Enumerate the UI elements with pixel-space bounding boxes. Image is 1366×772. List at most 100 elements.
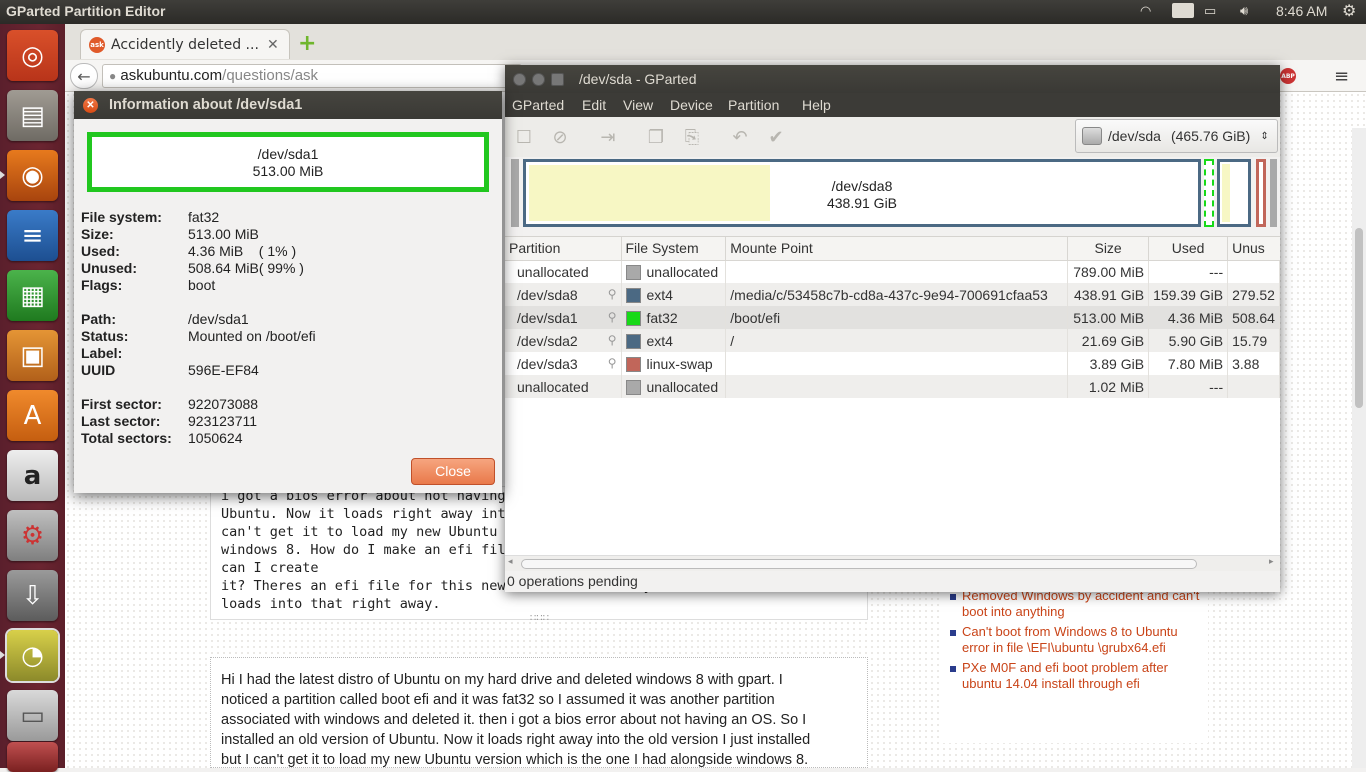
- column-used[interactable]: Used: [1148, 237, 1229, 261]
- calc-icon[interactable]: ▦: [7, 270, 58, 321]
- cell-used: 7.80 MiB: [1148, 352, 1229, 375]
- segment-size: 438.91 GiB: [826, 195, 898, 211]
- gparted-icon[interactable]: ◔: [7, 630, 58, 681]
- launcher: ◎ ▤ ◉ ≡ ▦ ▣ A a ⚙ ⇩ ◔ ▭: [0, 24, 65, 772]
- partition-segment-sda1[interactable]: [1204, 159, 1214, 227]
- software-center-icon[interactable]: A: [7, 390, 58, 441]
- close-tab-icon[interactable]: ✕: [267, 37, 279, 53]
- menu-device[interactable]: Device: [670, 97, 713, 113]
- table-row[interactable]: /dev/sda8 ⚲ ext4 /media/c/53458c7b-cd8a-4…: [505, 283, 1280, 306]
- back-button[interactable]: ←: [70, 63, 98, 89]
- back-arrow-icon: ←: [77, 66, 91, 86]
- code-line: loads into that right away.: [221, 596, 441, 612]
- menu-edit[interactable]: Edit: [582, 97, 606, 113]
- cell-mount: /media/c/53458c7b-cd8a-437c-9e94-700691c…: [725, 283, 1069, 306]
- info-row-total-sectors: Total sectors: 1050624: [81, 430, 243, 447]
- partition-segment-sda8[interactable]: /dev/sda8 438.91 GiB: [523, 159, 1201, 227]
- menu-view[interactable]: View: [623, 97, 653, 113]
- column-mountpoint[interactable]: Mounte Point: [725, 237, 1069, 261]
- amazon-icon[interactable]: a: [7, 450, 58, 501]
- table-row[interactable]: /dev/sda2 ⚲ ext4 / 21.69 GiB 5.90 GiB 15.…: [505, 329, 1280, 352]
- drive-icon[interactable]: ▭: [7, 690, 58, 741]
- askubuntu-favicon-icon: ask: [89, 36, 105, 53]
- impress-icon[interactable]: ▣: [7, 330, 58, 381]
- scroll-left-icon[interactable]: ◂: [508, 557, 513, 567]
- menu-help[interactable]: Help: [802, 97, 831, 113]
- new-partition-icon[interactable]: ☐: [513, 126, 535, 148]
- column-unused[interactable]: Unus: [1227, 237, 1280, 261]
- new-tab-icon[interactable]: +: [298, 31, 316, 56]
- cell-partition: /dev/sda3 ⚲: [505, 352, 622, 375]
- system-settings-icon[interactable]: ⚙: [7, 510, 58, 561]
- copy-icon[interactable]: ❐: [645, 126, 667, 148]
- scroll-right-icon[interactable]: ▸: [1269, 557, 1274, 567]
- wifi-icon[interactable]: ◠: [1140, 3, 1151, 19]
- address-bar[interactable]: ● askubuntu.com/questions/ask: [102, 64, 522, 88]
- cell-used: 5.90 GiB: [1148, 329, 1229, 352]
- preview-line: but I can't get it to load my new Ubuntu…: [221, 752, 809, 768]
- column-filesystem[interactable]: File System: [621, 237, 727, 261]
- field-value: 596E-EF84: [188, 362, 259, 378]
- close-button[interactable]: Close: [411, 458, 495, 485]
- related-link[interactable]: Can't boot from Windows 8 to Ubuntu erro…: [940, 624, 1208, 656]
- apply-icon[interactable]: ✔: [765, 126, 787, 148]
- adblock-icon[interactable]: ABP: [1280, 68, 1296, 84]
- partition-segment-sda3[interactable]: [1256, 159, 1266, 227]
- table-row-selected[interactable]: /dev/sda1 ⚲ fat32 /boot/efi 513.00 MiB 4.…: [505, 306, 1280, 329]
- scrollbar-thumb[interactable]: [1355, 228, 1363, 408]
- related-link[interactable]: PXe M0F and efi boot problem after ubunt…: [940, 660, 1208, 692]
- ubuntu-logo-icon[interactable]: ◎: [7, 30, 58, 81]
- scrollbar-thumb[interactable]: [521, 559, 1197, 569]
- maximize-window-icon[interactable]: [551, 73, 564, 86]
- preview-line: installed an old version of Ubuntu. Now …: [221, 732, 811, 748]
- page-scrollbar[interactable]: [1352, 128, 1366, 768]
- writer-icon[interactable]: ≡: [7, 210, 58, 261]
- resize-move-icon[interactable]: ⇥: [597, 126, 619, 148]
- related-link[interactable]: Removed Windows by accident and can't bo…: [940, 588, 1208, 620]
- table-row[interactable]: /dev/sda3 ⚲ linux-swap 3.89 GiB 7.80 MiB …: [505, 352, 1280, 375]
- clock[interactable]: 8:46 AM: [1276, 3, 1327, 19]
- preview-line: noticed a partition called boot efi and …: [221, 692, 775, 708]
- gparted-title: /dev/sda - GParted: [579, 71, 697, 87]
- menu-partition[interactable]: Partition: [728, 97, 779, 113]
- field-value: 1050624: [188, 430, 243, 446]
- fs-color-swatch: [625, 310, 641, 326]
- close-window-icon[interactable]: [513, 73, 526, 86]
- files-icon[interactable]: ▤: [7, 90, 58, 141]
- unallocated-segment[interactable]: [1270, 159, 1277, 227]
- cell-unused: 279.52: [1227, 283, 1280, 306]
- device-selector[interactable]: /dev/sda (465.76 GiB) ⇕: [1075, 119, 1278, 153]
- unallocated-segment[interactable]: [511, 159, 519, 227]
- delete-partition-icon[interactable]: ⊘: [549, 126, 571, 148]
- table-row[interactable]: unallocated unallocated 1.02 MiB ---: [505, 375, 1280, 398]
- menu-gparted[interactable]: GParted: [512, 97, 564, 113]
- bar-partition-size: 513.00 MiB: [252, 163, 324, 179]
- paste-icon[interactable]: ⎘: [681, 126, 703, 148]
- selector-arrows-icon: ⇕: [1260, 130, 1269, 142]
- cell-partition: unallocated: [505, 260, 622, 283]
- keyboard-indicator[interactable]: En: [1172, 3, 1194, 18]
- column-size[interactable]: Size: [1067, 237, 1150, 261]
- horizontal-scrollbar[interactable]: ◂ ▸: [505, 555, 1280, 571]
- update-manager-icon[interactable]: ⇩: [7, 570, 58, 621]
- minimize-window-icon[interactable]: [532, 73, 545, 86]
- browser-tab[interactable]: ask Accidently deleted ... ✕: [80, 29, 290, 59]
- gear-icon[interactable]: ⚙: [1342, 1, 1356, 21]
- dialog-titlebar: ✕ Information about /dev/sda1: [74, 91, 502, 119]
- firefox-icon[interactable]: ◉: [7, 150, 58, 201]
- cell-mount: [725, 260, 1069, 283]
- volume-icon[interactable]: 🔊︎: [1240, 3, 1248, 19]
- field-label: Label:: [81, 345, 123, 361]
- column-partition[interactable]: Partition: [505, 237, 622, 261]
- partition-segment-sda2[interactable]: [1217, 159, 1251, 227]
- close-dialog-icon[interactable]: ✕: [83, 98, 98, 113]
- mounted-key-icon: ⚲: [607, 309, 617, 324]
- resize-handle[interactable]: ∷∷∷: [530, 613, 549, 624]
- info-row-status: Status: Mounted on /boot/efi: [81, 328, 316, 345]
- fs-color-swatch: [625, 356, 641, 372]
- battery-icon[interactable]: ▭: [1204, 3, 1216, 19]
- browser-menu-icon[interactable]: ≡: [1334, 66, 1349, 87]
- undo-icon[interactable]: ↶: [729, 126, 751, 148]
- table-row[interactable]: unallocated unallocated 789.00 MiB ---: [505, 260, 1280, 283]
- preview-line: associated with windows and deleted it. …: [221, 712, 807, 728]
